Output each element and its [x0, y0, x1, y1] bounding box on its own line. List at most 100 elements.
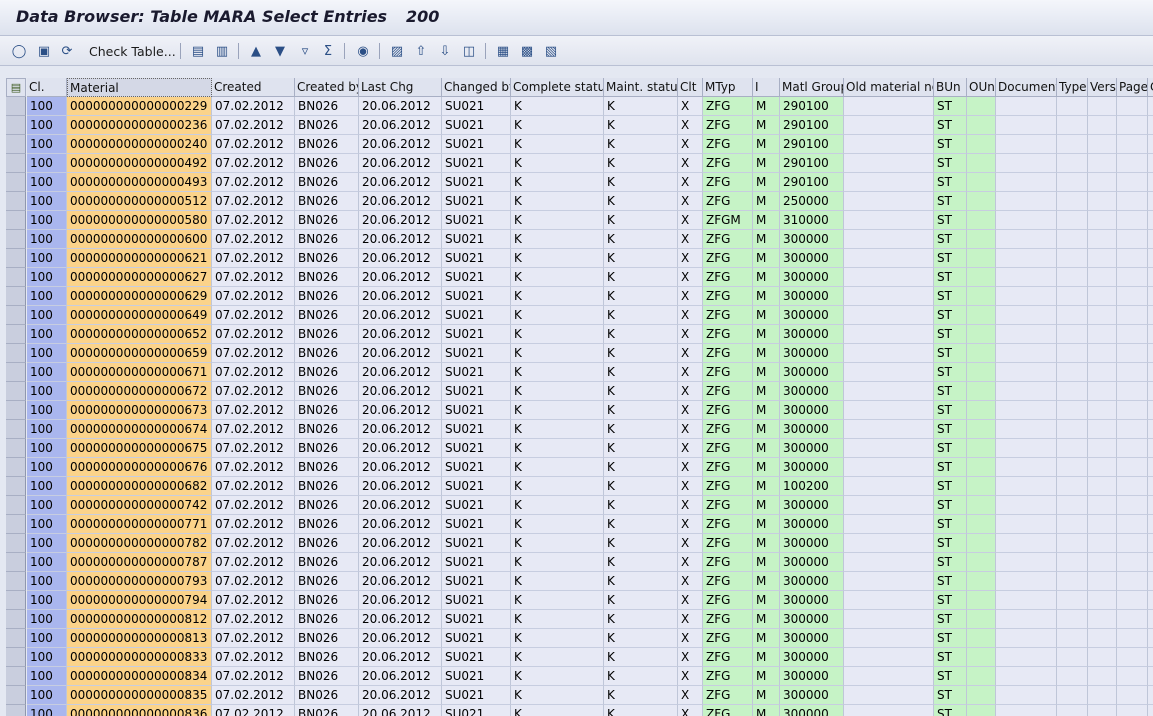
cell-client[interactable]: 100: [27, 363, 67, 382]
cell-client[interactable]: 100: [27, 686, 67, 705]
table-row[interactable]: 100 000000000000000236 07.02.2012 BN026 20.0…: [0, 116, 1153, 135]
cell-changed-by[interactable]: SU021: [442, 382, 511, 401]
cell-maint-status[interactable]: K: [604, 553, 678, 572]
cell-maint-status[interactable]: K: [604, 344, 678, 363]
cell-last-change[interactable]: 20.06.2012: [359, 116, 442, 135]
cell-created-by[interactable]: BN026: [295, 648, 359, 667]
column-header-document[interactable]: Document: [996, 78, 1057, 97]
cell-material-group[interactable]: 300000: [780, 458, 844, 477]
cell-created-by[interactable]: BN026: [295, 230, 359, 249]
column-header-changed-by[interactable]: Changed by: [442, 78, 511, 97]
row-selector[interactable]: [6, 515, 26, 534]
cell-created-by[interactable]: BN026: [295, 705, 359, 716]
cell-page[interactable]: [1117, 116, 1148, 135]
cell-more[interactable]: [1148, 629, 1153, 648]
cell-order-unit[interactable]: [967, 154, 996, 173]
cell-industry[interactable]: M: [753, 154, 780, 173]
cell-created-on[interactable]: 07.02.2012: [212, 173, 295, 192]
cell-page[interactable]: [1117, 135, 1148, 154]
cell-complete-status[interactable]: K: [511, 629, 604, 648]
cell-created-by[interactable]: BN026: [295, 667, 359, 686]
cell-material[interactable]: 000000000000000672: [67, 382, 212, 401]
cell-document[interactable]: [996, 477, 1057, 496]
row-selector[interactable]: [6, 249, 26, 268]
cell-industry[interactable]: M: [753, 344, 780, 363]
cell-changed-by[interactable]: SU021: [442, 667, 511, 686]
cell-created-on[interactable]: 07.02.2012: [212, 192, 295, 211]
cell-doc-version[interactable]: [1088, 211, 1117, 230]
cell-order-unit[interactable]: [967, 116, 996, 135]
cell-doc-version[interactable]: [1088, 306, 1117, 325]
cell-order-unit[interactable]: [967, 572, 996, 591]
cell-base-unit[interactable]: ST: [934, 534, 967, 553]
cell-complete-status[interactable]: K: [511, 648, 604, 667]
cell-doc-version[interactable]: [1088, 135, 1117, 154]
cell-material-type[interactable]: ZFG: [703, 686, 753, 705]
cell-maint-status[interactable]: K: [604, 401, 678, 420]
cell-base-unit[interactable]: ST: [934, 458, 967, 477]
row-selector[interactable]: [6, 363, 26, 382]
cell-created-by[interactable]: BN026: [295, 420, 359, 439]
cell-complete-status[interactable]: K: [511, 135, 604, 154]
sum-icon[interactable]: Σ: [319, 42, 337, 60]
cell-client[interactable]: 100: [27, 116, 67, 135]
cell-industry[interactable]: M: [753, 572, 780, 591]
cell-material-type[interactable]: ZFG: [703, 173, 753, 192]
cell-material-group[interactable]: 300000: [780, 610, 844, 629]
row-selector[interactable]: [6, 667, 26, 686]
row-selector[interactable]: [6, 135, 26, 154]
cell-document[interactable]: [996, 458, 1057, 477]
cell-last-change[interactable]: 20.06.2012: [359, 705, 442, 716]
cell-client-flag[interactable]: X: [678, 249, 703, 268]
cell-industry[interactable]: M: [753, 363, 780, 382]
cell-client-flag[interactable]: X: [678, 439, 703, 458]
cell-order-unit[interactable]: [967, 230, 996, 249]
cell-more[interactable]: [1148, 667, 1153, 686]
cell-created-on[interactable]: 07.02.2012: [212, 230, 295, 249]
cell-old-material-no[interactable]: [844, 572, 934, 591]
cell-doc-type[interactable]: [1057, 306, 1088, 325]
cell-complete-status[interactable]: K: [511, 230, 604, 249]
cell-doc-version[interactable]: [1088, 249, 1117, 268]
cell-doc-version[interactable]: [1088, 705, 1117, 716]
cell-document[interactable]: [996, 420, 1057, 439]
table-row[interactable]: 100 000000000000000627 07.02.2012 BN026 20.0…: [0, 268, 1153, 287]
cell-last-change[interactable]: 20.06.2012: [359, 496, 442, 515]
column-header-created-on[interactable]: Created: [212, 78, 295, 97]
cell-material-type[interactable]: ZFG: [703, 325, 753, 344]
cell-material-type[interactable]: ZFG: [703, 192, 753, 211]
cell-doc-type[interactable]: [1057, 211, 1088, 230]
cell-material-type[interactable]: ZFG: [703, 610, 753, 629]
change-layout-icon[interactable]: ▩: [518, 42, 536, 60]
cell-material-group[interactable]: 100200: [780, 477, 844, 496]
cell-order-unit[interactable]: [967, 553, 996, 572]
cell-client[interactable]: 100: [27, 648, 67, 667]
cell-material-group[interactable]: 300000: [780, 306, 844, 325]
cell-material-group[interactable]: 290100: [780, 116, 844, 135]
row-selector[interactable]: [6, 705, 26, 716]
cell-material-type[interactable]: ZFG: [703, 135, 753, 154]
cell-doc-version[interactable]: [1088, 667, 1117, 686]
cell-more[interactable]: [1148, 249, 1153, 268]
cell-more[interactable]: [1148, 686, 1153, 705]
cell-client-flag[interactable]: X: [678, 173, 703, 192]
cell-base-unit[interactable]: ST: [934, 420, 967, 439]
cell-created-on[interactable]: 07.02.2012: [212, 496, 295, 515]
column-header-last-change[interactable]: Last Chg: [359, 78, 442, 97]
cell-doc-version[interactable]: [1088, 629, 1117, 648]
cell-order-unit[interactable]: [967, 705, 996, 716]
cell-doc-type[interactable]: [1057, 135, 1088, 154]
cell-changed-by[interactable]: SU021: [442, 420, 511, 439]
row-selector[interactable]: [6, 97, 26, 116]
cell-more[interactable]: [1148, 705, 1153, 716]
cell-material[interactable]: 000000000000000833: [67, 648, 212, 667]
cell-material-type[interactable]: ZFGM: [703, 211, 753, 230]
cell-last-change[interactable]: 20.06.2012: [359, 211, 442, 230]
cell-doc-version[interactable]: [1088, 97, 1117, 116]
table-row[interactable]: 100 000000000000000787 07.02.2012 BN026 20.0…: [0, 553, 1153, 572]
cell-maint-status[interactable]: K: [604, 211, 678, 230]
cell-document[interactable]: [996, 249, 1057, 268]
cell-material-group[interactable]: 300000: [780, 382, 844, 401]
cell-last-change[interactable]: 20.06.2012: [359, 648, 442, 667]
cell-last-change[interactable]: 20.06.2012: [359, 401, 442, 420]
